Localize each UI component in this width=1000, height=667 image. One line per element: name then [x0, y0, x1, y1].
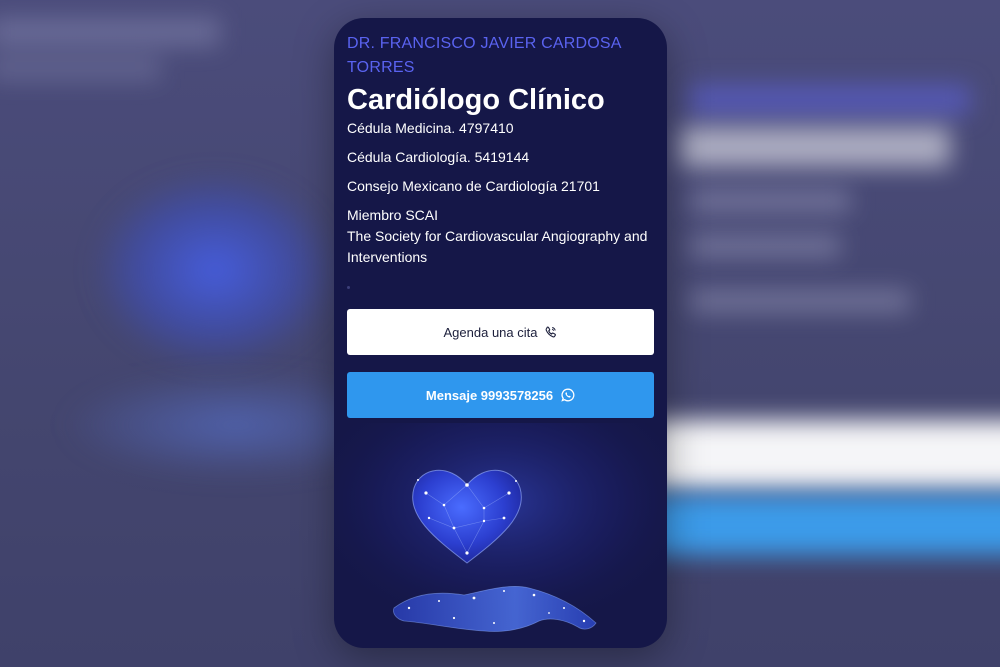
agenda-cita-label: Agenda una cita: [443, 324, 538, 340]
background-button-white: [650, 420, 1000, 490]
cedula-cardiologia: Cédula Cardiología. 5419144: [347, 149, 530, 165]
heart-hand-illustration: [334, 423, 667, 648]
agenda-cita-button[interactable]: Agenda una cita: [347, 309, 654, 355]
background-line: [690, 190, 850, 212]
miembro-scai: Miembro SCAI The Society for Cardiovascu…: [347, 205, 657, 268]
background-heart: [90, 170, 340, 370]
cedula-medicina: Cédula Medicina. 4797410: [347, 120, 514, 136]
decorative-dot: [347, 286, 350, 289]
mensaje-label: Mensaje 9993578256: [425, 387, 554, 403]
doctor-name: DR. FRANCISCO JAVIER CARDOSA TORRES: [347, 35, 621, 76]
background-hand: [60, 370, 380, 480]
consejo-mexicano: Consejo Mexicano de Cardiología 21701: [347, 178, 600, 194]
mensaje-whatsapp-button[interactable]: Mensaje 9993578256: [347, 372, 654, 418]
page-title: Cardiólogo Clínico: [347, 84, 605, 116]
card-content: DR. FRANCISCO JAVIER CARDOSA TORRES Card…: [347, 32, 657, 289]
background-title: [680, 115, 960, 175]
background-logo: [0, 0, 240, 90]
background-name-bar: [690, 85, 970, 115]
scai-line-1: Miembro SCAI: [347, 207, 439, 223]
background-line: [690, 290, 910, 312]
background-line: [690, 235, 840, 257]
phone-icon: [545, 326, 557, 338]
scai-line-2: The Society for Cardiovascular Angiograp…: [347, 228, 648, 265]
background-button-blue: [650, 495, 1000, 555]
phone-card: DR. FRANCISCO JAVIER CARDOSA TORRES Card…: [334, 18, 667, 648]
whatsapp-icon: [561, 388, 575, 402]
